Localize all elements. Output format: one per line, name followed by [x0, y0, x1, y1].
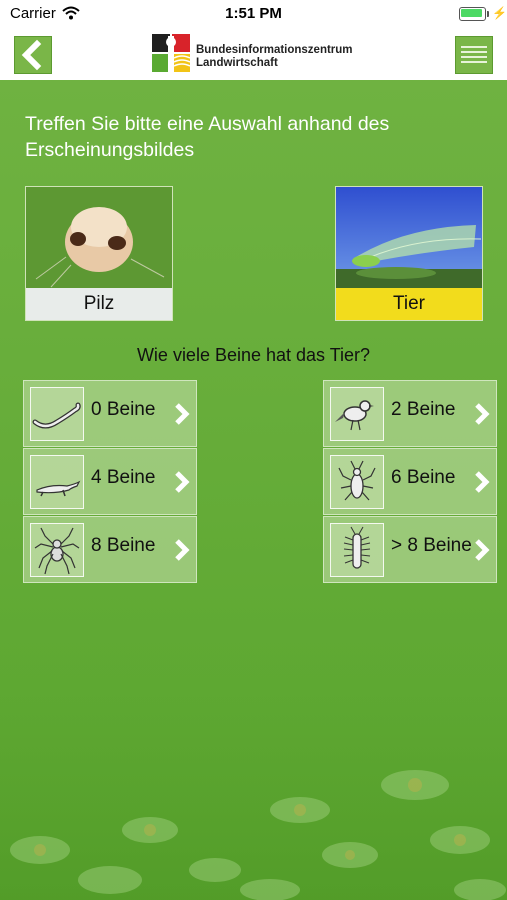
- choice-label-tier: Tier: [336, 288, 482, 320]
- navigation-bar: Bundesinformationszentrum Landwirtschaft: [0, 28, 507, 80]
- chevron-right-icon: [475, 539, 490, 561]
- choice-card-tier[interactable]: Tier: [335, 186, 483, 321]
- option-2-beine[interactable]: 2 Beine: [323, 380, 497, 447]
- bzl-logo: Bundesinformationszentrum Landwirtschaft: [152, 34, 362, 74]
- option-0-beine[interactable]: 0 Beine: [23, 380, 197, 447]
- menu-button[interactable]: [455, 36, 493, 74]
- chevron-right-icon: [475, 471, 490, 493]
- option-4-beine[interactable]: 4 Beine: [23, 448, 197, 515]
- main-content: Treffen Sie bitte eine Auswahl anhand de…: [0, 80, 507, 900]
- worm-icon: [30, 387, 84, 441]
- chevron-right-icon: [175, 471, 190, 493]
- meadow-background: [0, 640, 507, 900]
- option-8-beine[interactable]: 8 Beine: [23, 516, 197, 583]
- lacewing-photo: [336, 187, 482, 288]
- option-label: > 8 Beine: [391, 535, 472, 556]
- option-label: 4 Beine: [91, 467, 156, 488]
- choice-label-pilz: Pilz: [26, 288, 172, 320]
- bzl-logo-icon: [152, 34, 190, 72]
- battery-charging-icon: ⚡: [459, 6, 507, 21]
- option-label: 0 Beine: [91, 399, 156, 420]
- question-text: Wie viele Beine hat das Tier?: [136, 345, 371, 365]
- weasel-icon: [30, 455, 84, 509]
- option-label: 2 Beine: [391, 399, 456, 420]
- bird-icon: [330, 387, 384, 441]
- fungus-photo: [26, 187, 172, 288]
- option-label: 8 Beine: [91, 535, 156, 556]
- option-6-beine[interactable]: 6 Beine: [323, 448, 497, 515]
- chevron-right-icon: [175, 539, 190, 561]
- logo-line-2: Landwirtschaft: [196, 57, 278, 69]
- chevron-left-icon: [21, 39, 42, 71]
- status-bar: Carrier 1:51 PM ⚡: [0, 0, 507, 28]
- back-button[interactable]: [14, 36, 52, 74]
- spider-icon: [30, 523, 84, 577]
- chevron-right-icon: [475, 403, 490, 425]
- insect-icon: [330, 455, 384, 509]
- centipede-icon: [330, 523, 384, 577]
- choice-card-pilz[interactable]: Pilz: [25, 186, 173, 321]
- option-label: 6 Beine: [391, 467, 456, 488]
- status-time: 1:51 PM: [225, 5, 282, 22]
- option-more-than-8-beine[interactable]: > 8 Beine: [323, 516, 497, 583]
- instruction-text: Treffen Sie bitte eine Auswahl anhand de…: [25, 113, 390, 161]
- chevron-right-icon: [175, 403, 190, 425]
- logo-line-1: Bundesinformationszentrum: [196, 44, 353, 56]
